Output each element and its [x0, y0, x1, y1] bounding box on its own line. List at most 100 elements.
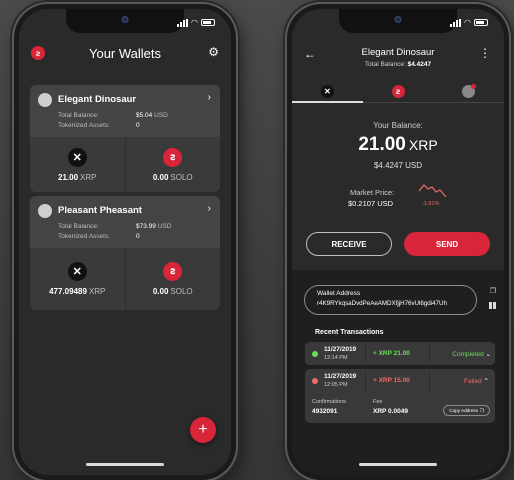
status-bar: ◠: [450, 18, 488, 27]
tx-amount: + XRP 21.00: [373, 350, 410, 357]
wallet-detail-screen: ◠ ← Elegant Dinosaur Total Balance: $4.4…: [292, 9, 504, 475]
price-sparkline: [418, 184, 447, 198]
wallet-card-header[interactable]: Pleasant Pheasant › Total Balance: $73.99…: [30, 196, 220, 248]
market-change: -1.91%: [422, 201, 440, 207]
divider: [365, 372, 366, 392]
solo-asset[interactable]: ꙅ 0.00 SOLO: [124, 248, 221, 310]
transaction-row[interactable]: 11/27/2019 12:05 PM + XRP 15.00 Failed ⌃…: [305, 369, 495, 423]
wallets-header: ꙅ Your Wallets ⚙: [19, 37, 231, 69]
wallet-address-label: Wallet Address: [317, 290, 361, 297]
balance-unit: XRP: [408, 137, 438, 153]
xrp-asset[interactable]: ✕ 21.00 XRP: [30, 137, 125, 192]
receive-button[interactable]: RECEIVE: [306, 232, 392, 256]
copy-icon[interactable]: ❐: [490, 287, 496, 295]
tx-time: 12:14 PM: [324, 355, 348, 361]
total-balance-row: Total Balance: $73.99 USD: [58, 223, 198, 230]
tokenized-value: 0: [136, 122, 140, 129]
tokenized-assets-row: Tokenized Assets: 0: [58, 233, 198, 240]
total-balance-label: Total Balance:: [364, 61, 406, 68]
total-balance-label: Total Balance:: [58, 223, 99, 230]
tx-time: 12:05 PM: [324, 382, 348, 388]
status-dot-icon: [312, 351, 318, 357]
home-indicator[interactable]: [86, 463, 164, 466]
solo-unit: SOLO: [170, 172, 193, 182]
xrp-unit: XRP: [88, 287, 106, 296]
balance-amount-row: 21.00 XRP: [292, 134, 504, 156]
wallet-card-header[interactable]: Elegant Dinosaur › Total Balance: $5.04 U…: [30, 85, 220, 137]
xrp-unit: XRP: [80, 172, 97, 182]
xrp-icon: ✕: [320, 85, 334, 98]
tx-date: 11/27/2019: [324, 373, 357, 380]
total-balance-label: Total Balance:: [58, 112, 99, 119]
wifi-icon: ◠: [191, 18, 198, 27]
camera: [121, 16, 129, 23]
solo-amount: 0.00: [152, 172, 169, 182]
gear-icon[interactable]: ⚙: [208, 45, 219, 59]
notch: [339, 9, 457, 33]
solo-icon: ꙅ: [163, 147, 183, 167]
tx-status-label: Completed: [452, 351, 484, 358]
wallet-avatar: [38, 93, 52, 107]
solo-asset[interactable]: ꙅ 0.00 SOLO: [124, 137, 221, 192]
signal-icon: [450, 18, 462, 27]
tokenized-value: 0: [136, 233, 140, 240]
wallet-card[interactable]: Pleasant Pheasant › Total Balance: $73.99…: [30, 196, 220, 310]
total-balance-value: $73.99: [136, 223, 156, 230]
copy-icon: ❐: [479, 407, 484, 413]
market-price-value: $0.2107 USD: [348, 199, 394, 208]
wifi-icon: ◠: [464, 18, 471, 27]
wallet-name: Pleasant Pheasant: [58, 205, 142, 216]
recent-transactions-title: Recent Transactions: [315, 329, 384, 336]
solo-icon: ꙅ: [391, 85, 405, 98]
asset-icon: [462, 84, 477, 98]
chevron-right-icon[interactable]: ›: [208, 92, 211, 103]
tab-solo[interactable]: ꙅ: [363, 81, 434, 102]
wallets-screen: ◠ ꙅ Your Wallets ⚙ Elegant Dinosaur › To…: [19, 9, 231, 475]
tx-status[interactable]: Completed ⌄: [452, 350, 491, 358]
detail-header: ← Elegant Dinosaur Total Balance: $4.424…: [292, 37, 504, 77]
confirmations-label: Confirmations: [312, 399, 346, 405]
tab-xrp[interactable]: ✕: [292, 81, 363, 103]
total-balance-value: $4.4247: [407, 61, 432, 68]
tab-other-asset[interactable]: [433, 81, 504, 102]
total-balance-unit: USD: [157, 223, 172, 230]
wallet-card[interactable]: Elegant Dinosaur › Total Balance: $5.04 U…: [30, 85, 220, 192]
header-total-balance: Total Balance: $4.4247: [292, 61, 504, 68]
qr-code-icon[interactable]: [489, 302, 496, 309]
wallet-name: Elegant Dinosaur: [58, 94, 137, 105]
camera: [394, 16, 402, 23]
phone-wallet-detail: ◠ ← Elegant Dinosaur Total Balance: $4.4…: [287, 4, 509, 480]
home-indicator[interactable]: [359, 463, 437, 466]
solo-unit: SOLO: [170, 287, 193, 296]
solo-logo-icon[interactable]: ꙅ: [31, 46, 45, 60]
xrp-icon: ✕: [67, 147, 87, 167]
tokenized-label: Tokenized Assets:: [58, 233, 111, 240]
copy-address-button[interactable]: Copy Address ❐: [443, 405, 490, 416]
chevron-right-icon[interactable]: ›: [208, 203, 211, 214]
battery-icon: [474, 19, 488, 26]
wallet-title: Elegant Dinosaur: [361, 47, 435, 58]
add-wallet-button[interactable]: +: [190, 417, 216, 443]
asset-tabs: ✕ ꙅ: [292, 81, 504, 103]
divider: [429, 372, 430, 392]
battery-icon: [201, 19, 215, 26]
transaction-row[interactable]: 11/27/2019 12:14 PM + XRP 21.00 Complete…: [305, 342, 495, 365]
send-button[interactable]: SEND: [404, 232, 490, 256]
wallet-address-field[interactable]: Wallet Address r4K9RYkqsaDvdPeAeAMDXfjjH…: [304, 285, 477, 315]
xrp-asset[interactable]: ✕ 477.09489 XRP: [30, 248, 125, 310]
divider: [365, 345, 366, 362]
tx-date: 11/27/2019: [324, 346, 357, 353]
tokenized-assets-row: Tokenized Assets: 0: [58, 122, 198, 129]
xrp-amount: 477.09489: [49, 287, 87, 296]
tokenized-label: Tokenized Assets:: [58, 122, 111, 129]
divider: [429, 345, 430, 362]
more-options-icon[interactable]: ⋮: [479, 46, 491, 60]
confirmations-value: 4932091: [312, 408, 338, 415]
balance-amount: 21.00: [358, 134, 406, 155]
total-balance-row: Total Balance: $5.04 USD: [58, 112, 198, 119]
copy-address-label: Copy Address: [449, 408, 478, 413]
status-dot-icon: [312, 378, 318, 384]
wallet-address-value: r4K9RYkqsaDvdPeAeAMDXfjjH76vUl6gdi47Uh: [317, 300, 447, 307]
wallet-avatar: [38, 204, 52, 218]
tx-status[interactable]: Failed ⌃: [464, 377, 489, 385]
